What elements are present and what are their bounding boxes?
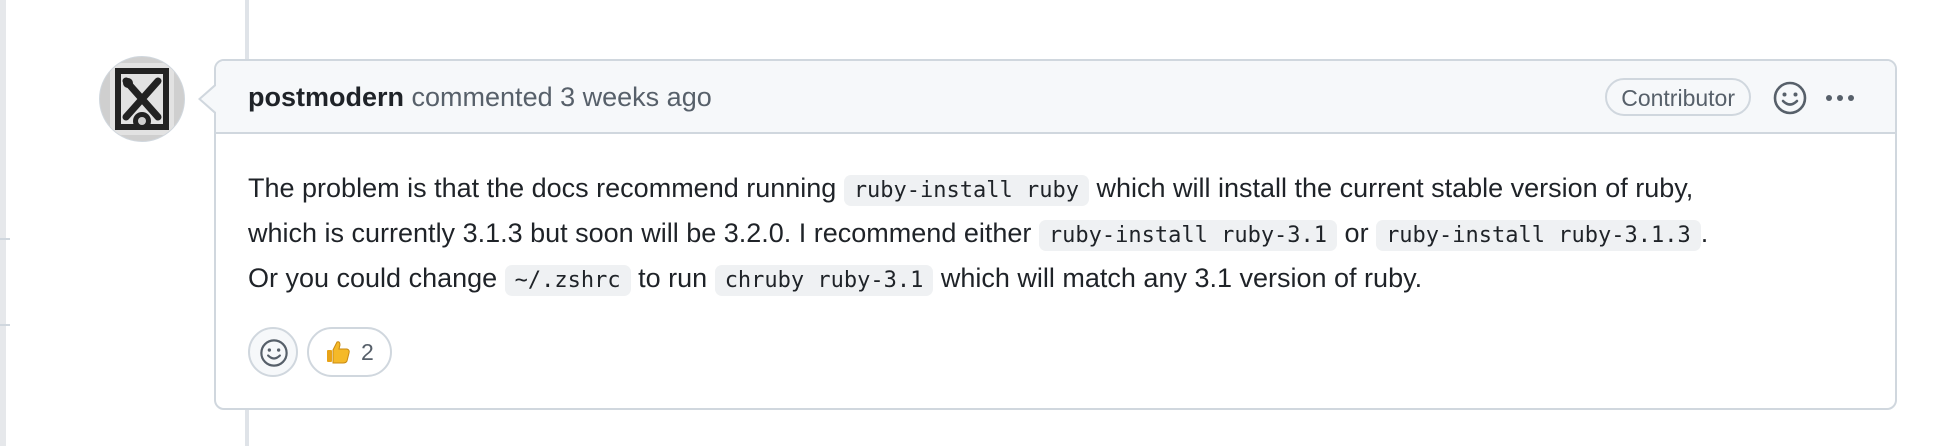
smiley-icon (260, 339, 288, 367)
comment-action: commented (411, 82, 553, 112)
smiley-icon (1773, 81, 1807, 115)
comment-body: The problem is that the docs recommend r… (248, 167, 1868, 302)
add-reaction-footer-button[interactable] (248, 327, 298, 377)
edge-divider (0, 238, 10, 240)
comment-line: which is currently 3.1.3 but soon will b… (248, 212, 1868, 257)
comment-line: Or you could change ~/.zshrc to run chru… (248, 257, 1868, 302)
comment-header-text: postmodern commented 3 weeks ago (248, 81, 712, 113)
avatar[interactable] (99, 56, 185, 142)
window-left-edge (0, 0, 6, 446)
inline-code: ~/.zshrc (504, 265, 631, 296)
reaction-count: 2 (361, 339, 374, 365)
inline-code: ruby-install ruby-3.1.3 (1376, 220, 1701, 251)
body-text: Or you could change (248, 263, 505, 293)
inline-code: ruby-install ruby (843, 175, 1089, 206)
comment-line: The problem is that the docs recommend r… (248, 167, 1868, 212)
more-options-button[interactable] (1821, 79, 1859, 117)
comment-card: postmodern commented 3 weeks ago Contrib… (198, 59, 1897, 410)
body-text: . (1700, 218, 1709, 248)
comment-timestamp[interactable]: 3 weeks ago (560, 82, 712, 112)
avatar-image (100, 57, 184, 141)
body-text: which is currently 3.1.3 but soon will b… (248, 218, 1039, 248)
body-text: The problem is that the docs recommend r… (248, 173, 844, 203)
add-reaction-button[interactable] (1771, 79, 1809, 117)
inline-code: ruby-install ruby-3.1 (1038, 220, 1338, 251)
thumbs-up-reaction-button[interactable]: 2 (307, 327, 392, 377)
comment-header: postmodern commented 3 weeks ago Contrib… (216, 61, 1895, 134)
inline-code: chruby ruby-3.1 (714, 265, 934, 296)
thumbs-up-icon (327, 341, 350, 364)
body-text: to run (630, 263, 715, 293)
edge-divider (0, 324, 10, 326)
kebab-horizontal-icon (1826, 95, 1854, 101)
body-text: which will install the current stable ve… (1088, 173, 1694, 203)
body-text: or (1337, 218, 1377, 248)
author-link[interactable]: postmodern (248, 82, 404, 112)
contributor-badge: Contributor (1605, 78, 1751, 116)
body-text: which will match any 3.1 version of ruby… (933, 263, 1423, 293)
